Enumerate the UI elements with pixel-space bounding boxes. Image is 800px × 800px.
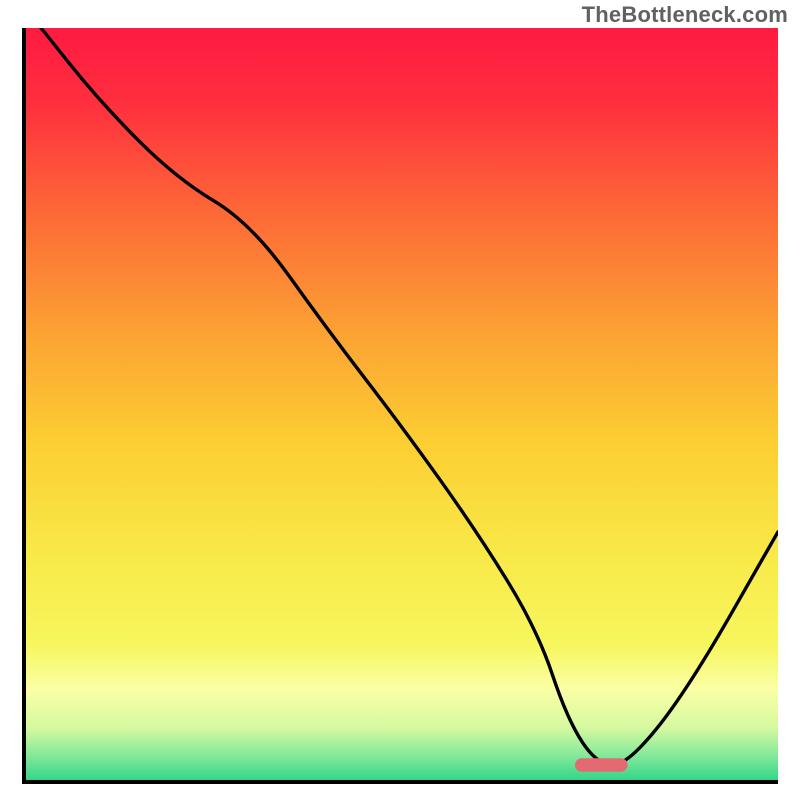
bottleneck-curve bbox=[41, 28, 778, 765]
watermark-text: TheBottleneck.com bbox=[582, 2, 788, 28]
marker-pill bbox=[575, 758, 628, 772]
plot-area bbox=[22, 28, 778, 784]
plot-overlay bbox=[26, 28, 778, 780]
